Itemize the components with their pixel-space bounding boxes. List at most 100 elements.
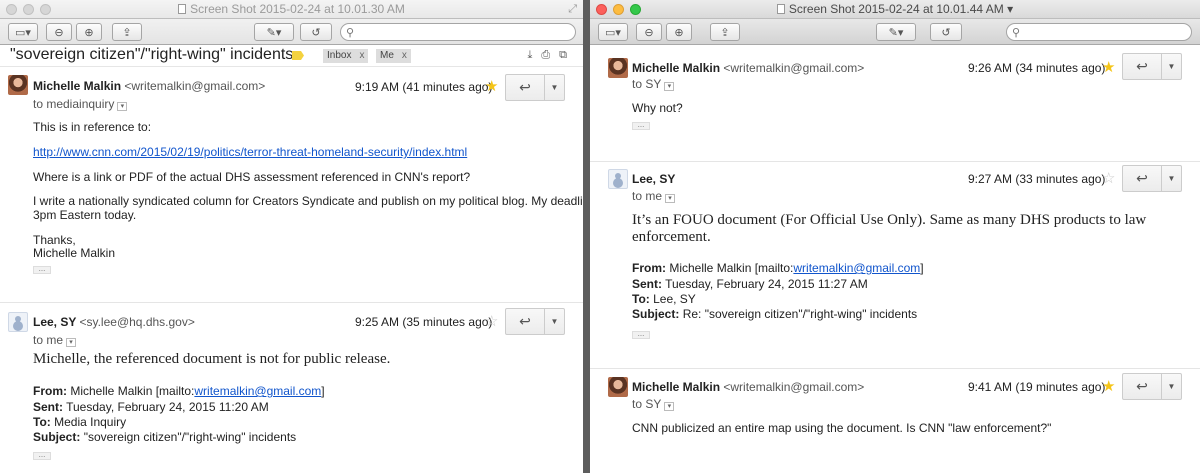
star-icon[interactable]: ★ (1102, 379, 1115, 394)
more-options-button[interactable]: ▼ (1162, 374, 1181, 399)
chevron-down-icon: ▼ (1167, 62, 1176, 71)
recipient: to SY ▾ (632, 77, 675, 91)
recipient: to SY ▾ (632, 397, 675, 411)
recipient: to mediainquiry ▾ (33, 97, 128, 111)
remove-label-inbox-icon[interactable]: x (359, 50, 364, 61)
message-separator (590, 368, 1200, 369)
annotate-button[interactable]: ✎▾ (254, 23, 294, 41)
cnn-article-link[interactable]: http://www.cnn.com/2015/02/19/politics/t… (33, 145, 467, 159)
body-text: Where is a link or PDF of the actual DHS… (33, 170, 471, 184)
document-icon (178, 4, 187, 14)
details-dropdown-icon[interactable]: ▾ (664, 402, 675, 411)
rotate-button[interactable]: ↺ (300, 23, 332, 41)
reply-button-group: ↩ ▼ (1122, 165, 1182, 192)
conversation-subject: "sovereign citizen"/"right-wing" inciden… (10, 46, 294, 63)
reply-button-group: ↩ ▼ (505, 308, 565, 335)
message-time: 9:26 AM (34 minutes ago) (968, 61, 1106, 75)
details-dropdown-icon[interactable]: ▾ (665, 194, 676, 203)
star-icon[interactable]: ★ (485, 79, 498, 94)
reply-button[interactable]: ↩ (1123, 166, 1162, 191)
quoted-from: From: Michelle Malkin [mailto:writemalki… (632, 261, 924, 275)
body-text: It’s an FOUO document (For Official Use … (632, 212, 1147, 228)
rotate-icon: ↺ (311, 26, 321, 39)
remove-label-me-icon[interactable]: x (402, 50, 407, 61)
left-preview-window: Screen Shot 2015-02-24 at 10.01.30 AM ⤢ … (0, 0, 583, 473)
right-toolbar: ▭▾ ⊖ ⊕ ⇪ ✎▾ ↺ ⚲ (590, 19, 1200, 45)
recipient: to me ▾ (632, 189, 676, 203)
zoom-in-button[interactable]: ⊕ (666, 23, 692, 41)
label-inbox[interactable]: Inbox x (323, 49, 369, 63)
reply-button[interactable]: ↩ (1123, 374, 1162, 399)
details-dropdown-icon[interactable]: ▾ (66, 338, 77, 347)
share-button[interactable]: ⇪ (112, 23, 142, 41)
print-icon[interactable]: ⎙ (541, 49, 550, 62)
zoom-out-button[interactable]: ⊖ (636, 23, 662, 41)
share-button[interactable]: ⇪ (710, 23, 740, 41)
star-icon[interactable]: ★ (1102, 60, 1115, 75)
star-icon[interactable]: ☆ (485, 314, 498, 329)
more-options-button[interactable]: ▼ (1162, 166, 1181, 191)
show-trimmed-content-button[interactable]: ... (632, 330, 650, 339)
details-dropdown-icon[interactable]: ▾ (664, 82, 675, 91)
sidebar-toggle-button[interactable]: ▭▾ (8, 23, 38, 41)
quoted-subject: Subject: "sovereign citizen"/"right-wing… (33, 430, 297, 444)
show-trimmed-content-button[interactable]: ... (33, 451, 51, 460)
label-me[interactable]: Me x (376, 49, 411, 63)
annotate-icon: ✎▾ (888, 26, 904, 39)
sidebar-toggle-button[interactable]: ▭▾ (598, 23, 628, 41)
avatar (8, 312, 28, 332)
search-field[interactable]: ⚲ (1006, 23, 1192, 41)
zoom-in-button[interactable]: ⊕ (76, 23, 102, 41)
search-field[interactable]: ⚲ (340, 23, 576, 41)
sender-email: <writemalkin@gmail.com> (723, 380, 865, 394)
body-text: enforcement. (632, 229, 711, 245)
left-toolbar: ▭▾ ⊖ ⊕ ⇪ ✎▾ ↺ ⚲ (0, 19, 583, 45)
message-time: 9:25 AM (35 minutes ago) (355, 315, 493, 329)
zoom-out-button[interactable]: ⊖ (46, 23, 72, 41)
sender-email: <sy.lee@hq.dhs.gov> (79, 315, 195, 329)
left-titlebar: Screen Shot 2015-02-24 at 10.01.30 AM ⤢ (0, 0, 583, 19)
sender: Michelle Malkin <writemalkin@gmail.com> (33, 79, 266, 93)
body-text: Thanks, (33, 233, 76, 247)
window-divider (583, 0, 590, 473)
reply-button[interactable]: ↩ (506, 309, 545, 334)
body-text: I write a nationally syndicated column f… (33, 194, 583, 208)
reply-button[interactable]: ↩ (1123, 54, 1162, 79)
quoted-subject: Subject: Re: "sovereign citizen"/"right-… (632, 307, 918, 321)
annotate-button[interactable]: ✎▾ (876, 23, 916, 41)
new-window-icon[interactable]: ⧉ (559, 49, 567, 62)
quoted-sent: Sent: Tuesday, February 24, 2015 11:27 A… (632, 277, 868, 291)
search-icon: ⚲ (1012, 26, 1021, 39)
body-link: http://www.cnn.com/2015/02/19/politics/t… (33, 145, 467, 159)
more-options-button[interactable]: ▼ (1162, 54, 1181, 79)
mailto-link[interactable]: writemalkin@gmail.com (793, 261, 920, 275)
message-separator (590, 161, 1200, 162)
show-trimmed-content-button[interactable]: ... (33, 265, 51, 274)
chevron-down-icon: ▼ (1167, 174, 1176, 183)
fullscreen-icon[interactable]: ⤢ (568, 3, 577, 16)
mailto-link[interactable]: writemalkin@gmail.com (194, 384, 321, 398)
important-marker-icon[interactable] (292, 51, 304, 60)
sender-email: <writemalkin@gmail.com> (124, 79, 266, 93)
archive-icon[interactable]: ⤓ (527, 49, 532, 62)
more-options-button[interactable]: ▼ (545, 75, 564, 100)
sender: Lee, SY <sy.lee@hq.dhs.gov> (33, 315, 195, 329)
reply-icon: ↩ (519, 313, 531, 329)
chevron-down-icon: ▼ (550, 317, 559, 326)
avatar (608, 58, 628, 78)
star-icon[interactable]: ☆ (1102, 171, 1115, 186)
right-preview-window: Screen Shot 2015-02-24 at 10.01.44 AM ▾ … (590, 0, 1200, 473)
document-icon (776, 4, 785, 14)
rotate-button[interactable]: ↺ (930, 23, 962, 41)
title-menu-icon[interactable]: ▾ (1007, 2, 1013, 16)
sender: Lee, SY (632, 172, 676, 186)
show-trimmed-content-button[interactable]: ... (632, 121, 650, 130)
reply-icon: ↩ (1136, 170, 1148, 186)
more-options-button[interactable]: ▼ (545, 309, 564, 334)
message-time: 9:27 AM (33 minutes ago) (968, 172, 1106, 186)
quoted-from: From: Michelle Malkin [mailto:writemalki… (33, 384, 325, 398)
reply-button[interactable]: ↩ (506, 75, 545, 100)
reply-button-group: ↩ ▼ (1122, 53, 1182, 80)
quoted-sent: Sent: Tuesday, February 24, 2015 11:20 A… (33, 400, 269, 414)
details-dropdown-icon[interactable]: ▾ (117, 102, 128, 111)
